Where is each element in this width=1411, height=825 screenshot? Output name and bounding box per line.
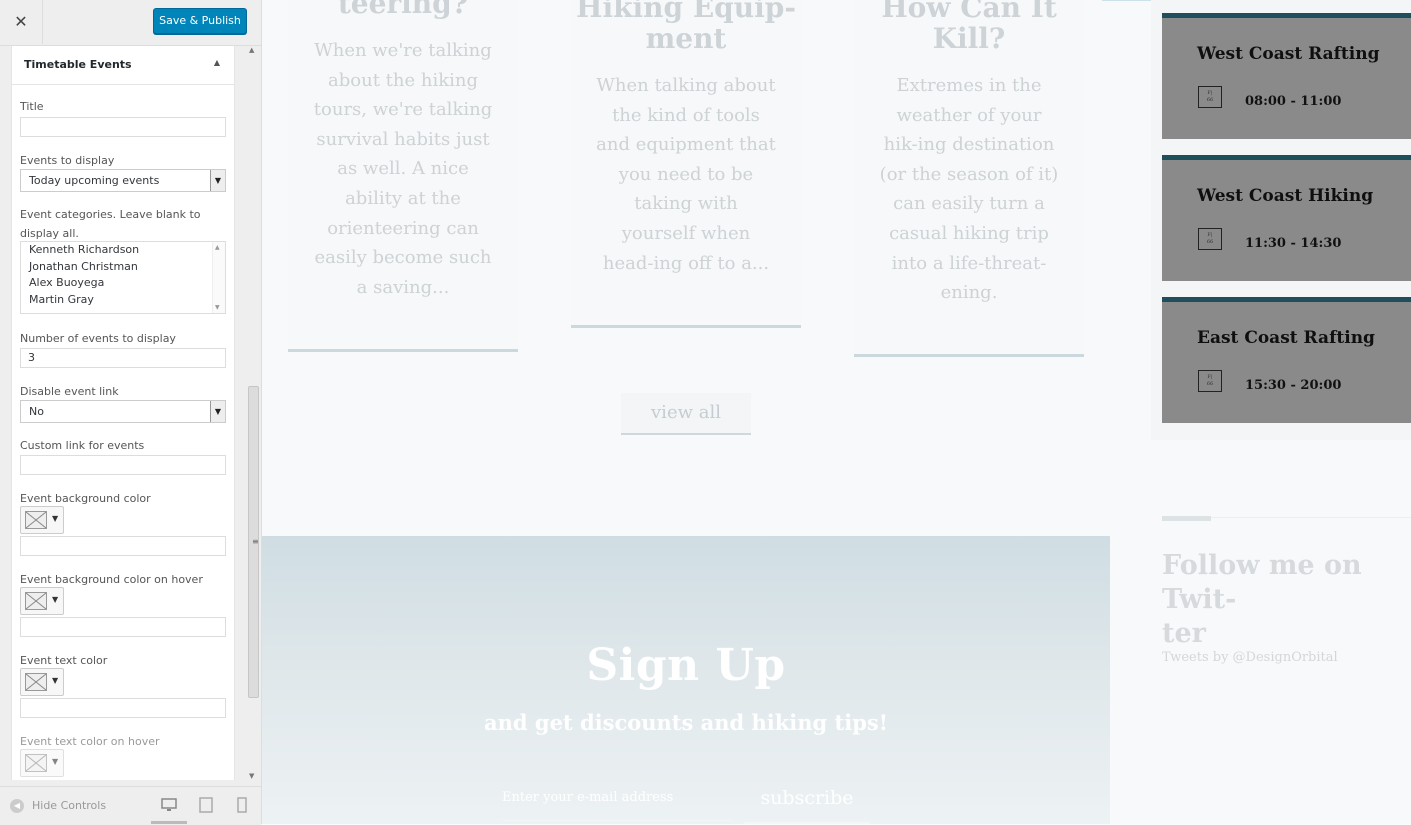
- event-name[interactable]: East Coast Rafting: [1197, 328, 1375, 348]
- tweets-by-link[interactable]: Tweets by @DesignOrbital: [1162, 650, 1338, 665]
- bg-hover-color-picker-button[interactable]: ▼: [20, 587, 64, 615]
- event-name[interactable]: West Coast Rafting: [1197, 44, 1380, 64]
- event-time: 11:30 - 14:30: [1245, 236, 1342, 251]
- event-categories-label: Event categories. Leave blank to display…: [20, 208, 201, 240]
- blog-card[interactable]: teering? When we're talking about the hi…: [288, 0, 518, 352]
- desktop-icon[interactable]: [161, 797, 177, 813]
- disable-link-value: No: [29, 405, 44, 418]
- title-input[interactable]: [20, 117, 226, 137]
- panel-scrollbar[interactable]: ▲ ≡ ▼: [245, 46, 259, 780]
- dropdown-arrow-icon: ▼: [52, 595, 59, 604]
- card-underline: [571, 325, 801, 328]
- signup-title: Sign Up: [586, 640, 786, 691]
- customizer-header: ✕ Save & Publish: [0, 0, 261, 46]
- card-excerpt: When talking about the kind of tools and…: [596, 75, 776, 274]
- event-item[interactable]: East Coast Rafting F| 66 15:30 - 20:00: [1162, 297, 1411, 423]
- events-to-display-label: Events to display: [20, 154, 115, 167]
- blog-card[interactable]: How Can It Kill? Extremes in the weather…: [854, 0, 1084, 356]
- bg-color-picker-button[interactable]: ▼: [20, 506, 64, 534]
- event-name[interactable]: West Coast Hiking: [1197, 186, 1373, 206]
- widget-panel: Timetable Events ▲ Title Events to displ…: [11, 46, 235, 780]
- twitter-widget-title: Follow me on Twit- ter: [1162, 550, 1362, 649]
- event-time: 08:00 - 11:00: [1245, 94, 1342, 109]
- bg-hover-color-input[interactable]: [20, 617, 226, 637]
- card-title[interactable]: How Can It Kill?: [854, 0, 1084, 54]
- customizer-footer: ◀ Hide Controls: [0, 786, 261, 825]
- text-hover-color-picker-button[interactable]: ▼: [20, 749, 64, 777]
- text-color-picker-button[interactable]: ▼: [20, 668, 64, 696]
- subscribe-button[interactable]: subscribe: [744, 786, 870, 824]
- disable-link-select[interactable]: No ▼: [20, 400, 226, 423]
- events-to-display-select[interactable]: Today upcoming events ▼: [20, 169, 226, 192]
- card-title[interactable]: teering?: [288, 0, 518, 19]
- category-option[interactable]: Martin Gray: [21, 292, 225, 309]
- event-item[interactable]: West Coast Hiking F| 66 11:30 - 14:30: [1162, 155, 1411, 281]
- disable-link-label: Disable event link: [20, 385, 119, 398]
- color-swatch-icon: [25, 511, 47, 529]
- hide-controls-button[interactable]: ◀ Hide Controls: [10, 799, 106, 813]
- card-excerpt: When we're talking about the hiking tour…: [313, 40, 493, 298]
- category-option[interactable]: Jonathan Christman: [21, 259, 225, 276]
- twitter-accent-bar: [1162, 516, 1211, 521]
- select-arrow-icon[interactable]: ▼: [210, 401, 225, 422]
- hide-controls-label: Hide Controls: [32, 799, 107, 812]
- widget-title: Timetable Events: [24, 58, 132, 71]
- timetable-events-widget: West Coast Rafting F| 66 08:00 - 11:00 W…: [1151, 0, 1411, 440]
- color-swatch-icon: [25, 673, 47, 691]
- event-thumbnail-icon: F| 66: [1198, 228, 1222, 250]
- dropdown-arrow-icon: ▼: [52, 676, 59, 685]
- customizer-sidebar: ✕ Save & Publish Timetable Events ▲ Titl…: [0, 0, 262, 825]
- signup-section: Sign Up and get discounts and hiking tip…: [262, 536, 1110, 824]
- event-thumbnail-icon: F| 66: [1198, 86, 1222, 108]
- dropdown-arrow-icon: ▼: [52, 757, 59, 766]
- signup-subtitle: and get discounts and hiking tips!: [484, 710, 888, 735]
- text-color-input[interactable]: [20, 698, 226, 718]
- number-of-events-input[interactable]: 3: [20, 348, 226, 368]
- card-underline: [854, 354, 1084, 357]
- events-to-display-value: Today upcoming events: [29, 174, 160, 187]
- blog-card[interactable]: Hiking Equip- ment When talking about th…: [571, 0, 801, 327]
- event-categories-list[interactable]: Kenneth Richardson Jonathan Christman Al…: [20, 241, 226, 314]
- collapse-circle-icon: ◀: [10, 799, 24, 813]
- save-publish-button[interactable]: Save & Publish: [153, 8, 247, 34]
- close-button[interactable]: ✕: [0, 0, 43, 44]
- dropdown-arrow-icon: ▼: [52, 514, 59, 523]
- mobile-icon[interactable]: [234, 797, 250, 813]
- email-input[interactable]: Enter your e-mail address: [502, 786, 732, 821]
- event-time: 15:30 - 20:00: [1245, 378, 1342, 393]
- event-item[interactable]: West Coast Rafting F| 66 08:00 - 11:00: [1162, 13, 1411, 139]
- event-thumbnail-icon: F| 66: [1198, 370, 1222, 392]
- collapse-arrow-icon[interactable]: ▲: [214, 58, 220, 67]
- custom-link-input[interactable]: [20, 455, 226, 475]
- card-excerpt: Extremes in the weather of your hik-ing …: [879, 75, 1059, 304]
- scrollbar-thumb[interactable]: ≡: [248, 386, 259, 698]
- category-option[interactable]: Alex Buoyega: [21, 275, 225, 292]
- category-option[interactable]: Kenneth Richardson: [21, 242, 225, 259]
- categories-scrollbar[interactable]: ▲ ▼: [212, 242, 225, 313]
- tablet-icon[interactable]: [198, 797, 214, 813]
- bg-color-input[interactable]: [20, 536, 226, 556]
- site-preview: teering? When we're talking about the hi…: [262, 0, 1411, 824]
- select-arrow-icon[interactable]: ▼: [210, 170, 225, 191]
- title-label: Title: [20, 100, 44, 113]
- color-swatch-icon: [25, 592, 47, 610]
- custom-link-label: Custom link for events: [20, 439, 145, 452]
- card-underline: [288, 349, 518, 352]
- widget-header[interactable]: Timetable Events ▲: [12, 46, 234, 85]
- view-all-button[interactable]: view all: [621, 393, 751, 435]
- number-of-events-label: Number of events to display: [20, 332, 176, 345]
- color-swatch-icon: [25, 754, 47, 772]
- card-title[interactable]: Hiking Equip- ment: [571, 0, 801, 54]
